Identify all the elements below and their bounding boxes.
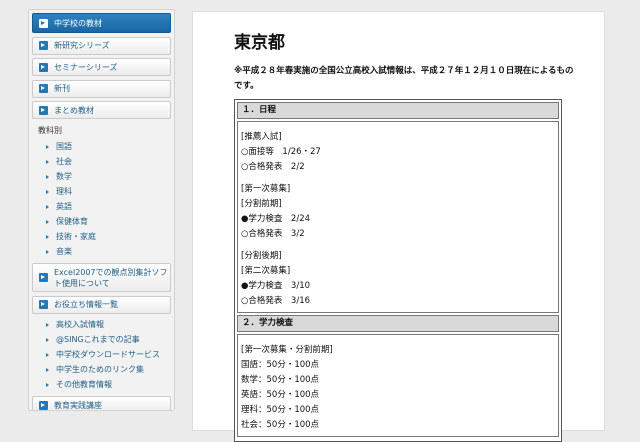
nav-seminar-series[interactable]: セミナーシリーズ (32, 58, 171, 76)
subject-link-tech-home[interactable]: 技術・家庭 (32, 229, 171, 244)
subject-link-japanese[interactable]: 国語 (32, 139, 171, 154)
section-body-exam: [第一次募集・分割前期] 国語：50分・100点 数学：50分・100点 英語：… (237, 334, 559, 437)
subject-label: 英語 (56, 202, 72, 211)
arrow-square-icon (39, 300, 48, 309)
info-label: 中学校ダウンロードサービス (56, 350, 160, 359)
subject-label: 数学 (56, 172, 72, 181)
info-label: 高校入試情報 (56, 320, 104, 329)
triangle-bullet-icon (46, 219, 49, 224)
nav-excel-software[interactable]: Excel2007での観点別集計ソフト使用について (32, 263, 171, 292)
arrow-square-icon (39, 18, 48, 28)
info-line: ○合格発表 3/16 (241, 296, 311, 306)
subject-link-pe[interactable]: 保健体育 (32, 214, 171, 229)
subject-label: 保健体育 (56, 217, 88, 226)
nav-label: 新研究シリーズ (54, 41, 110, 50)
info-line: [第二次募集] (241, 266, 291, 276)
arrow-square-icon (39, 84, 48, 93)
info-label: その他教育情報 (56, 380, 112, 389)
subject-link-music[interactable]: 音楽 (32, 244, 171, 259)
triangle-bullet-icon (46, 204, 49, 209)
page-title: 東京都 (234, 33, 285, 53)
info-line: ○合格発表 3/2 (241, 229, 305, 239)
subject-label: 国語 (56, 142, 72, 151)
subject-label: 音楽 (56, 247, 72, 256)
arrow-square-icon (39, 105, 48, 115)
info-link-highschool-exam[interactable]: 高校入試情報 (32, 317, 171, 332)
exam-info-table: １．日程 [推薦入試] ○面接等 1/26・27 ○合格発表 2/2 [第一次募… (234, 99, 562, 442)
info-link-download[interactable]: 中学校ダウンロードサービス (32, 347, 171, 362)
info-line: 理科：50分・100点 (241, 405, 320, 415)
info-link-links[interactable]: 中学生のためのリンク集 (32, 362, 171, 377)
nav-label: まとめ教材 (54, 105, 94, 115)
nav-education-seminar[interactable]: 教育実践講座 (32, 396, 171, 410)
subject-heading: 教科別 (38, 126, 62, 135)
info-line: ●学力検査 2/24 (241, 214, 311, 224)
subject-link-math[interactable]: 数学 (32, 169, 171, 184)
info-line: ○面接等 1/26・27 (241, 147, 321, 157)
subject-link-english[interactable]: 英語 (32, 199, 171, 214)
subject-label: 技術・家庭 (56, 232, 96, 241)
section-heading-schedule: １．日程 (237, 102, 559, 119)
info-line: ○合格発表 2/2 (241, 162, 305, 172)
arrow-square-icon (39, 62, 48, 72)
info-line: [推薦入試] (241, 132, 282, 142)
info-line: ●学力検査 3/10 (241, 281, 311, 291)
triangle-bullet-icon (46, 352, 49, 357)
section-body-schedule: [推薦入試] ○面接等 1/26・27 ○合格発表 2/2 [第一次募集] [分… (237, 121, 559, 313)
info-label: @SINGこれまでの記事 (56, 335, 140, 344)
info-line: [分割後期] (241, 251, 282, 261)
triangle-bullet-icon (46, 174, 49, 179)
nav-summary-materials[interactable]: まとめ教材 (32, 101, 171, 119)
nav-junior-high-materials[interactable]: 中学校の教材 (32, 13, 171, 33)
sidebar-nav: 中学校の教材 新研究シリーズ セミナーシリーズ 新刊 まとめ教材 教科別 国語 … (28, 9, 175, 411)
triangle-bullet-icon (46, 189, 49, 194)
main-content: 東京都 ※平成２８年春実施の全国公立高校入試情報は、平成２７年１２月１０日現在に… (192, 11, 605, 442)
info-label: 中学生のためのリンク集 (56, 365, 144, 374)
section-heading-exam: ２．学力検査 (237, 315, 559, 332)
triangle-bullet-icon (46, 234, 49, 239)
arrow-square-icon (39, 41, 48, 50)
info-line: 国語：50分・100点 (241, 360, 320, 370)
nav-new-releases[interactable]: 新刊 (32, 79, 171, 98)
nav-label: Excel2007での観点別集計ソフト使用について (54, 267, 168, 288)
subject-list: 国語 社会 数学 理科 英語 保健体育 技術・家庭 音楽 (32, 139, 171, 259)
info-line: 数学：50分・100点 (241, 375, 320, 385)
nav-useful-info[interactable]: お役立ち情報一覧 (32, 295, 171, 314)
triangle-bullet-icon (46, 367, 49, 372)
nav-label: 教育実践講座 (54, 400, 102, 410)
triangle-bullet-icon (46, 337, 49, 342)
arrow-square-icon (39, 400, 48, 410)
info-line: [第一次募集] (241, 184, 291, 194)
info-line: 英語：50分・100点 (241, 390, 320, 400)
nav-label: お役立ち情報一覧 (54, 300, 118, 309)
nav-label: 中学校の教材 (54, 18, 102, 28)
notice-text: ※平成２８年春実施の全国公立高校入試情報は、平成２７年１２月１０日現在によるもの… (234, 66, 574, 91)
info-line: [分割前期] (241, 199, 282, 209)
subject-link-social[interactable]: 社会 (32, 154, 171, 169)
triangle-bullet-icon (46, 144, 49, 149)
info-link-sing-articles[interactable]: @SINGこれまでの記事 (32, 332, 171, 347)
nav-shinkenkyu-series[interactable]: 新研究シリーズ (32, 36, 171, 55)
triangle-bullet-icon (46, 322, 49, 327)
nav-label: セミナーシリーズ (54, 62, 118, 72)
info-sub-list: 高校入試情報 @SINGこれまでの記事 中学校ダウンロードサービス 中学生のため… (32, 317, 171, 392)
info-line: [第一次募集・分割前期] (241, 345, 333, 355)
subject-label: 理科 (56, 187, 72, 196)
triangle-bullet-icon (46, 249, 49, 254)
info-link-other-edu[interactable]: その他教育情報 (32, 377, 171, 392)
nav-label: 新刊 (54, 84, 70, 93)
arrow-square-icon (39, 273, 48, 282)
triangle-bullet-icon (46, 382, 49, 387)
subject-label: 社会 (56, 157, 72, 166)
triangle-bullet-icon (46, 159, 49, 164)
subject-link-science[interactable]: 理科 (32, 184, 171, 199)
